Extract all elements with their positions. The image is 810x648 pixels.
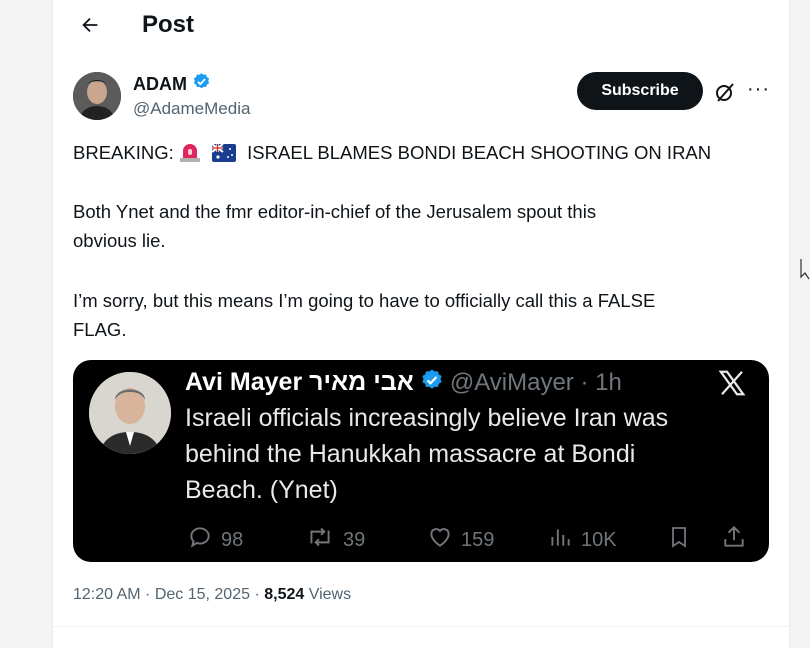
- views-count: 10K: [581, 528, 617, 551]
- author-name-row: ADAM: [133, 72, 211, 96]
- repost-icon: [305, 524, 335, 556]
- author-avatar[interactable]: [73, 72, 121, 120]
- post-views-count: 8,524: [264, 586, 305, 603]
- bookmark-icon[interactable]: [667, 524, 691, 550]
- post-para3-line1: I’m sorry, but this means I’m going to h…: [73, 290, 656, 311]
- post-timestamp[interactable]: 12:20 AM · Dec 15, 2025 ·: [73, 586, 264, 603]
- breaking-label: BREAKING:: [73, 142, 174, 163]
- quote-header: Avi Mayer אבי מאיר @AviMayer · 1h: [185, 368, 622, 397]
- quote-text-line-2: behind the Hanukkah massacre at Bondi: [185, 440, 636, 468]
- post-meta: 12:20 AM · Dec 15, 2025 · 8,524 Views: [73, 586, 351, 604]
- author-handle[interactable]: @AdameMedia: [133, 99, 250, 119]
- reply-count: 98: [221, 528, 244, 551]
- like-icon: [427, 524, 453, 556]
- quote-avatar[interactable]: [89, 372, 171, 454]
- repost-count: 39: [343, 528, 366, 551]
- x-logo-icon[interactable]: [717, 368, 747, 398]
- like-count: 159: [461, 528, 495, 551]
- page-title: Post: [142, 11, 195, 38]
- post-views-label: Views: [304, 586, 352, 603]
- quote-author-name[interactable]: Avi Mayer אבי מאיר: [185, 368, 414, 397]
- repost-action[interactable]: 39: [305, 524, 365, 556]
- author-name[interactable]: ADAM: [133, 74, 187, 95]
- reply-icon: [187, 524, 213, 556]
- quote-text-line-3: Beach. (Ynet): [185, 476, 338, 504]
- post-para2-line2: obvious lie.: [73, 230, 166, 251]
- quoted-post[interactable]: Avi Mayer אבי מאיר @AviMayer · 1h Israel…: [73, 360, 769, 562]
- views-action[interactable]: 10K: [547, 524, 617, 556]
- reply-action[interactable]: 98: [187, 524, 243, 556]
- post-line-1: BREAKING: ISRAEL BLAMES BONDI BEACH SHOO…: [73, 142, 711, 167]
- mouse-cursor-icon: [800, 258, 810, 280]
- post-column: Post ADAM @AdameMedia Subscribe ··· BREA…: [52, 0, 790, 648]
- views-icon: [547, 524, 573, 556]
- share-icon[interactable]: [721, 524, 747, 550]
- quote-verified-icon: [420, 368, 444, 397]
- divider: [53, 626, 789, 627]
- quote-text-line-1: Israeli officials increasingly believe I…: [185, 404, 669, 432]
- breaking-headline: ISRAEL BLAMES BONDI BEACH SHOOTING ON IR…: [247, 142, 712, 163]
- siren-icon: [179, 142, 201, 167]
- post-para3-line2: FLAG.: [73, 319, 127, 340]
- grok-icon[interactable]: [713, 80, 737, 104]
- back-arrow-icon[interactable]: [75, 10, 105, 40]
- australia-flag-icon: [211, 143, 237, 167]
- like-action[interactable]: 159: [427, 524, 494, 556]
- subscribe-button[interactable]: Subscribe: [577, 72, 703, 110]
- more-icon[interactable]: ···: [747, 78, 770, 101]
- post-para2-line1: Both Ynet and the fmr editor-in-chief of…: [73, 201, 597, 222]
- quote-author-handle[interactable]: @AviMayer · 1h: [450, 369, 622, 397]
- verified-icon: [192, 72, 211, 96]
